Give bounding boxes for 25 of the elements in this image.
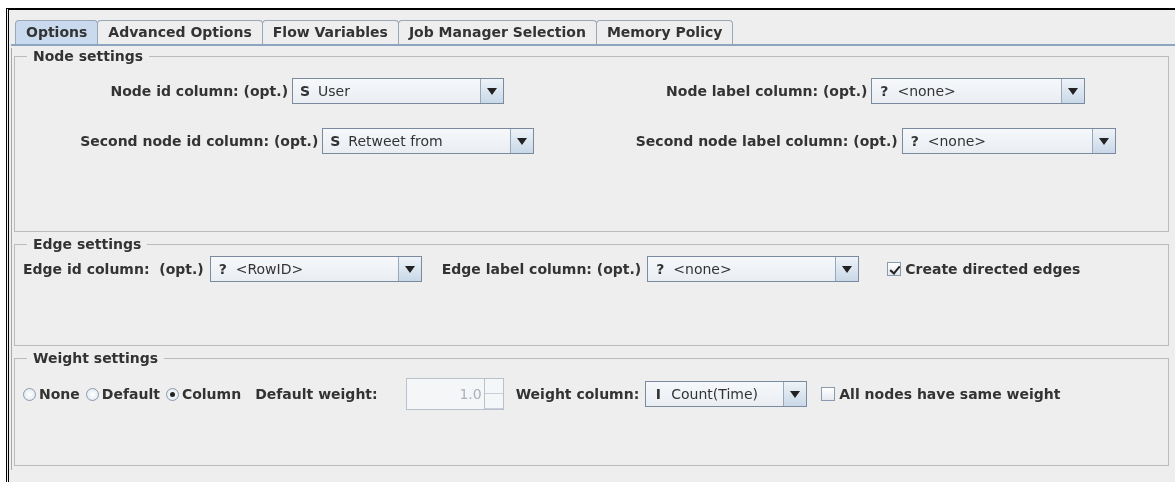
column-dropdown[interactable]: S User [292,78,505,104]
field-label: Second node label column: (opt.) [635,133,898,149]
field-label: Weight column: [515,386,640,402]
radio-option[interactable]: None [23,386,80,402]
group-title: Edge settings [32,236,143,252]
group-title: Node settings [32,48,145,64]
field-label: Node label column: (opt.) [666,83,868,99]
radio-option[interactable]: Default [85,386,160,402]
column-dropdown[interactable]: ? <none> [871,78,1086,104]
tab[interactable]: Memory Policy [595,20,734,44]
column-dropdown[interactable]: ? <none> [647,256,860,282]
tab[interactable]: Options [15,20,99,44]
column-dropdown[interactable]: ? <none> [901,128,1116,154]
group-title: Weight settings [32,350,160,366]
field-label: Edge label column: (opt.) [441,261,642,277]
field-label: Node id column: (opt.) [110,83,289,99]
radio-option[interactable]: Column [165,386,242,402]
directed-edges-checkbox[interactable]: Create directed edges [887,261,1081,277]
field-label: Second node id column: (opt.) [80,133,319,149]
same-weight-checkbox[interactable]: All nodes have same weight [821,386,1061,402]
column-dropdown[interactable]: S Retweet from [322,128,535,154]
field-label: Edge id column: (opt.) [23,261,204,277]
field-label: Default weight: [255,386,378,402]
column-dropdown[interactable]: I Count(Time) [645,381,808,407]
column-dropdown[interactable]: ? <RowID> [209,256,422,282]
